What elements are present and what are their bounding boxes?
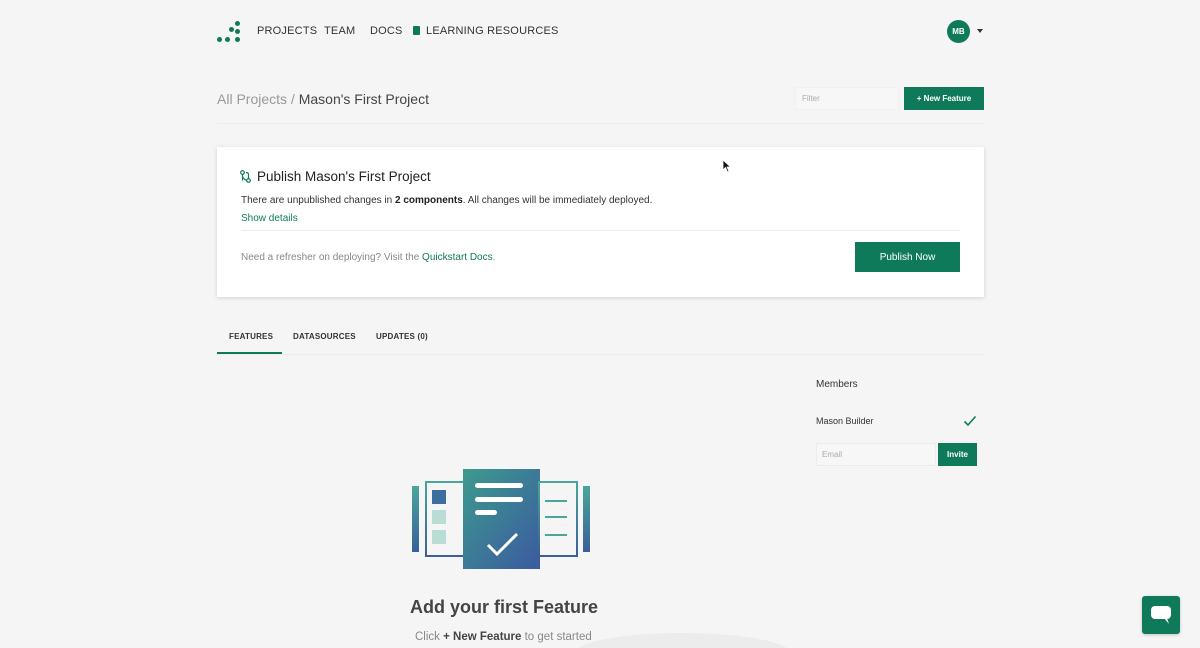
tab-datasources[interactable]: DATASOURCES xyxy=(293,332,356,341)
book-icon xyxy=(413,26,420,35)
publish-desc-text-end: . All changes will be immediately deploy… xyxy=(462,195,653,206)
avatar[interactable]: MB xyxy=(947,20,970,43)
publish-desc-text: There are unpublished changes in xyxy=(241,195,395,206)
nav-team[interactable]: TEAM xyxy=(324,25,355,37)
publish-now-button[interactable]: Publish Now xyxy=(855,242,960,272)
publish-description: There are unpublished changes in 2 compo… xyxy=(241,195,652,206)
refresher-label: Need a refresher on deploying? Visit the xyxy=(241,252,423,263)
publish-title: Publish Mason's First Project xyxy=(257,169,431,184)
nav-projects[interactable]: PROJECTS xyxy=(257,25,317,37)
nav-learning-resources[interactable]: LEARNING RESOURCES xyxy=(426,25,559,37)
tab-updates[interactable]: UPDATES (0) xyxy=(376,332,428,341)
check-icon xyxy=(963,415,977,427)
invite-button[interactable]: Invite xyxy=(938,443,977,466)
members-title: Members xyxy=(816,379,858,390)
breadcrumb-all-projects[interactable]: All Projects xyxy=(217,91,287,107)
empty-sub-text: Click xyxy=(415,631,444,643)
empty-state-subtitle: Click + New Feature to get started xyxy=(415,631,592,643)
publish-card: Publish Mason's First Project There are … xyxy=(217,147,984,297)
publish-branch-icon xyxy=(240,170,251,183)
filter-input[interactable] xyxy=(795,87,899,110)
empty-sub-text-end: to get started xyxy=(521,631,592,643)
empty-sub-bold: + New Feature xyxy=(443,631,522,643)
feature-illustration xyxy=(412,469,590,569)
tab-features[interactable]: FEATURES xyxy=(229,332,273,341)
mouse-cursor-icon xyxy=(722,159,732,173)
breadcrumb-separator: / xyxy=(290,91,295,107)
show-details-link[interactable]: Show details xyxy=(241,213,298,224)
decorative-blob xyxy=(575,633,790,648)
breadcrumb-current: Mason's First Project xyxy=(298,91,429,107)
top-nav: PROJECTS TEAM DOCS LEARNING RESOURCES MB xyxy=(0,0,1200,62)
caret-down-icon[interactable] xyxy=(977,29,983,33)
card-divider xyxy=(241,230,960,231)
breadcrumb: All Projects / Mason's First Project xyxy=(217,91,429,107)
tabs-divider xyxy=(217,354,984,355)
logo-dots-icon[interactable] xyxy=(216,21,240,43)
publish-desc-count: 2 components xyxy=(395,195,463,206)
header-divider xyxy=(217,123,984,124)
empty-state-title: Add your first Feature xyxy=(410,597,599,617)
new-feature-button[interactable]: + New Feature xyxy=(904,87,984,110)
refresher-period: . xyxy=(492,252,496,263)
email-field[interactable] xyxy=(816,443,936,466)
nav-docs[interactable]: DOCS xyxy=(370,25,403,37)
refresher-text: Need a refresher on deploying? Visit the… xyxy=(241,252,495,263)
quickstart-docs-link[interactable]: Quickstart Docs xyxy=(422,252,493,263)
member-name: Mason Builder xyxy=(816,416,874,426)
chat-button[interactable] xyxy=(1142,596,1180,634)
chat-icon xyxy=(1151,606,1171,624)
